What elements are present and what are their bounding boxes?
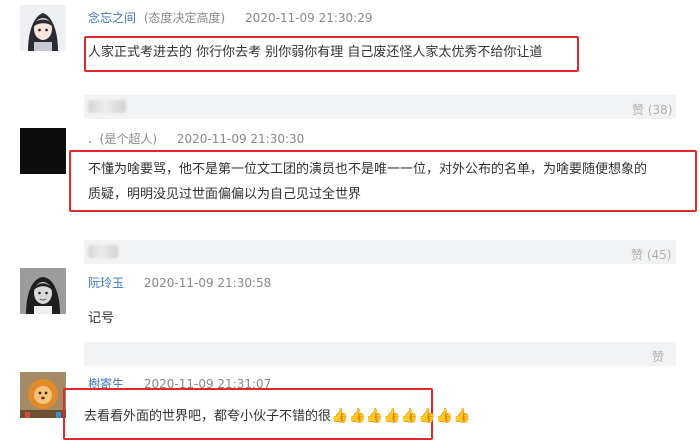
like-button[interactable]: 赞 bbox=[652, 348, 664, 365]
timestamp: 2020-11-09 21:30:58 bbox=[143, 276, 272, 290]
avatar[interactable] bbox=[20, 5, 66, 51]
timestamp: 2020-11-09 21:30:29 bbox=[245, 11, 373, 25]
anime-girl-avatar-icon bbox=[20, 5, 66, 51]
reply-bar bbox=[84, 95, 676, 119]
author-name[interactable]: . bbox=[88, 132, 92, 146]
comment-text: 去看看外面的世界吧，都夸小伙子不错的很👍👍👍👍👍👍👍👍 bbox=[84, 404, 470, 429]
comment-text-content: 去看看外面的世界吧，都夸小伙子不错的很 bbox=[84, 409, 332, 424]
avatar[interactable] bbox=[20, 128, 66, 174]
black-avatar-icon bbox=[20, 128, 66, 174]
like-button[interactable]: 赞 (38) bbox=[632, 101, 672, 118]
author-name[interactable]: 阮玲玉 bbox=[88, 276, 124, 290]
comment-text-line-2: 质疑，明明没见过世面偏偏以为自己见过全世界 bbox=[88, 187, 362, 202]
avatar[interactable] bbox=[20, 372, 66, 418]
author-note: (是个超人) bbox=[99, 132, 158, 146]
reply-bar bbox=[84, 240, 676, 264]
comment-text: 人家正式考进去的 你行你去考 别你弱你有理 自己废还怪人家太优秀不给你让道 bbox=[88, 45, 543, 60]
thumbs-up-icon: 👍👍👍👍👍👍👍👍 bbox=[331, 408, 471, 424]
author-name[interactable]: 念忘之间 bbox=[88, 11, 136, 25]
comment-header: 念忘之间 (态度决定高度) 2020-11-09 21:30:29 bbox=[88, 9, 373, 26]
blurred-username bbox=[88, 100, 126, 113]
comment-text: 记号 bbox=[88, 311, 115, 326]
like-button[interactable]: 赞 (45) bbox=[631, 246, 671, 263]
reply-bar bbox=[84, 342, 676, 366]
avatar[interactable] bbox=[20, 268, 66, 314]
comment-feed: 念忘之间 (态度决定高度) 2020-11-09 21:30:29 人家正式考进… bbox=[0, 0, 700, 443]
blurred-username bbox=[88, 245, 118, 258]
comment-header: . (是个超人) 2020-11-09 21:30:30 bbox=[88, 130, 304, 147]
vintage-portrait-avatar-icon bbox=[20, 268, 66, 314]
cartoon-lion-avatar-icon bbox=[20, 372, 66, 418]
author-note: (态度决定高度) bbox=[143, 11, 226, 25]
comment-text-line-1: 不懂为啥要骂，他不是第一位文工团的演员也不是唯一一位，对外公布的名单，为啥要随便… bbox=[88, 162, 648, 177]
comment-header: 阮玲玉 2020-11-09 21:30:58 bbox=[88, 274, 271, 291]
timestamp: 2020-11-09 21:30:30 bbox=[176, 132, 305, 146]
